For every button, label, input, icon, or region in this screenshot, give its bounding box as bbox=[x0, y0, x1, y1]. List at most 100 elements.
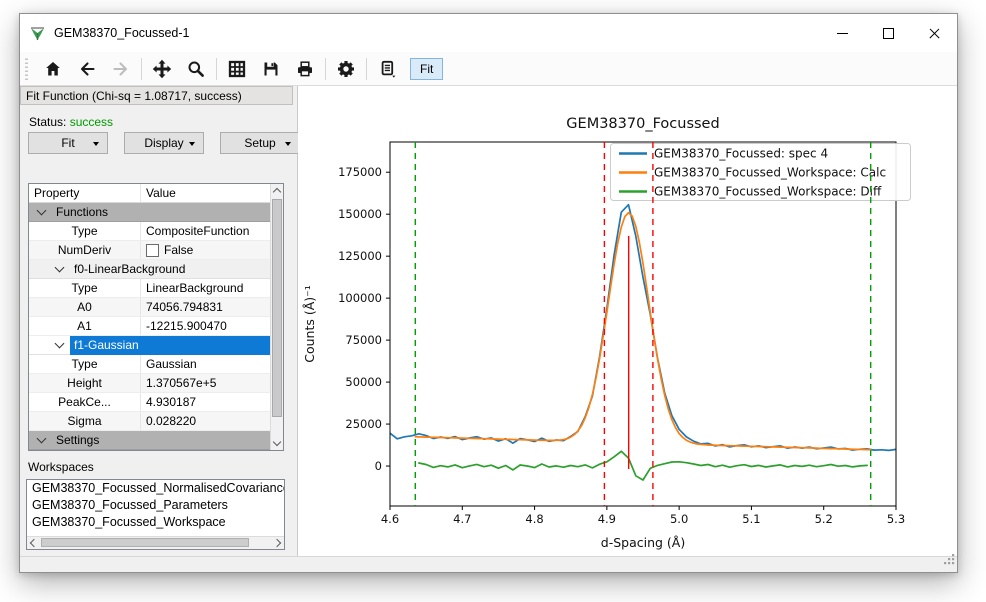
property-row-a0[interactable]: A074056.794831 bbox=[29, 298, 270, 317]
expand-chevron-icon[interactable] bbox=[55, 263, 65, 273]
fit-plot[interactable]: GEM38370_Focussed4.64.74.84.95.05.15.25.… bbox=[298, 86, 957, 557]
status-bar bbox=[20, 556, 957, 572]
status-value: success bbox=[70, 115, 113, 129]
hscrollbar-thumb[interactable] bbox=[41, 538, 249, 547]
settings-icon[interactable] bbox=[329, 56, 363, 82]
maximize-button[interactable] bbox=[865, 14, 911, 52]
property-value[interactable]: False bbox=[141, 243, 270, 257]
display-menu-button[interactable]: Display bbox=[124, 132, 204, 154]
property-value[interactable]: 0.028220 bbox=[141, 414, 270, 428]
series-line-2 bbox=[419, 451, 867, 480]
resize-grip-icon[interactable] bbox=[943, 552, 955, 570]
home-icon[interactable] bbox=[36, 56, 70, 82]
close-icon bbox=[928, 27, 941, 40]
value-text: -12215.900470 bbox=[146, 319, 227, 333]
legend-label: GEM38370_Focussed_Workspace: Diff bbox=[654, 185, 882, 199]
app-icon bbox=[29, 25, 46, 42]
scroll-up-icon[interactable] bbox=[273, 188, 281, 196]
group-row-functions[interactable]: Functions bbox=[29, 203, 270, 222]
y-tick-label: 75000 bbox=[345, 333, 382, 347]
plot-toolbar: Fit bbox=[20, 52, 957, 86]
toolbar-separator bbox=[216, 58, 217, 80]
value-text: LinearBackground bbox=[146, 281, 243, 295]
x-tick-label: 5.1 bbox=[742, 512, 760, 526]
property-row-a1[interactable]: A1-12215.900470 bbox=[29, 317, 270, 336]
group-label: f0-LinearBackground bbox=[70, 260, 189, 279]
generate-script-icon[interactable] bbox=[370, 56, 404, 82]
property-value[interactable]: 1.370567e+5 bbox=[141, 376, 270, 390]
x-tick-label: 5.0 bbox=[670, 512, 688, 526]
group-row-f1-gaussian[interactable]: f1-Gaussian bbox=[29, 336, 270, 355]
value-text: False bbox=[164, 243, 193, 257]
property-name: Type bbox=[29, 222, 141, 240]
scroll-down-icon[interactable] bbox=[273, 438, 281, 446]
close-button[interactable] bbox=[911, 14, 957, 52]
property-row-type[interactable]: Type Gaussian bbox=[29, 355, 270, 374]
window-title: GEM38370_Focussed-1 bbox=[54, 26, 190, 40]
property-value[interactable]: -12215.900470 bbox=[141, 319, 270, 333]
property-name: Sigma bbox=[29, 412, 141, 430]
pan-icon[interactable] bbox=[145, 56, 179, 82]
fit-function-header[interactable]: Fit Function (Chi-sq = 1.08717, success) bbox=[20, 86, 293, 105]
property-name: Type bbox=[29, 355, 141, 373]
value-text: 0.028220 bbox=[146, 414, 196, 428]
save-icon[interactable] bbox=[254, 56, 288, 82]
property-name: Type bbox=[29, 279, 141, 297]
titlebar: GEM38370_Focussed-1 bbox=[20, 14, 957, 52]
group-label: f1-Gaussian bbox=[70, 336, 270, 355]
property-value[interactable]: 4.930187 bbox=[141, 395, 270, 409]
scroll-right-icon[interactable] bbox=[273, 539, 281, 547]
x-tick-label: 5.2 bbox=[815, 512, 833, 526]
column-value: Value bbox=[141, 186, 270, 200]
setup-menu-button[interactable]: Setup bbox=[220, 132, 300, 154]
y-tick-label: 50000 bbox=[345, 375, 382, 389]
expand-chevron-icon[interactable] bbox=[37, 434, 47, 444]
property-row-numderiv[interactable]: NumDerivFalse bbox=[29, 241, 270, 260]
back-icon[interactable] bbox=[70, 56, 104, 82]
y-tick-label: 100000 bbox=[338, 291, 382, 305]
property-value[interactable]: CompositeFunction bbox=[141, 224, 270, 238]
grid-icon[interactable] bbox=[220, 56, 254, 82]
property-row-type[interactable]: Type LinearBackground bbox=[29, 279, 270, 298]
property-value[interactable]: LinearBackground bbox=[141, 281, 270, 295]
property-name: PeakCe... bbox=[29, 393, 141, 411]
expand-chevron-icon[interactable] bbox=[37, 206, 47, 216]
legend[interactable]: GEM38370_Focussed: spec 4 GEM38370_Focuss… bbox=[611, 144, 911, 201]
legend-label: GEM38370_Focussed: spec 4 bbox=[654, 147, 828, 161]
scroll-left-icon[interactable] bbox=[30, 539, 38, 547]
group-row-settings[interactable]: Settings bbox=[29, 431, 270, 450]
toolbar-handle[interactable] bbox=[25, 58, 28, 80]
workspace-item[interactable]: GEM38370_Focussed_NormalisedCovarianceMa… bbox=[27, 480, 284, 497]
property-row-type[interactable]: TypeCompositeFunction bbox=[29, 222, 270, 241]
scrollbar-thumb[interactable] bbox=[272, 199, 282, 417]
workspaces-list[interactable]: GEM38370_Focussed_NormalisedCovarianceMa… bbox=[26, 479, 285, 550]
table-scrollbar[interactable] bbox=[270, 184, 283, 450]
property-row-sigma[interactable]: Sigma 0.028220 bbox=[29, 412, 270, 431]
value-text: 74056.794831 bbox=[146, 300, 223, 314]
y-tick-label: 150000 bbox=[338, 207, 382, 221]
plot-canvas[interactable]: GEM38370_Focussed4.64.74.84.95.05.15.25.… bbox=[298, 86, 957, 557]
minimize-button[interactable] bbox=[819, 14, 865, 52]
group-label: Functions bbox=[52, 203, 112, 222]
value-text: Gaussian bbox=[146, 357, 197, 371]
series-line-0 bbox=[390, 205, 896, 451]
y-tick-label: 0 bbox=[375, 459, 382, 473]
checkbox[interactable] bbox=[146, 244, 159, 257]
toolbar-separator bbox=[366, 58, 367, 80]
print-icon[interactable] bbox=[288, 56, 322, 82]
workspace-item[interactable]: GEM38370_Focussed_Workspace bbox=[27, 514, 284, 531]
property-row-peakce-[interactable]: PeakCe...4.930187 bbox=[29, 393, 270, 412]
group-row-f0-linearbackground[interactable]: f0-LinearBackground bbox=[29, 260, 270, 279]
property-browser: Property Value FunctionsTypeCompositeFun… bbox=[28, 183, 284, 451]
zoom-icon[interactable] bbox=[179, 56, 213, 82]
x-tick-label: 4.7 bbox=[453, 512, 471, 526]
property-value[interactable]: Gaussian bbox=[141, 357, 270, 371]
property-row-height[interactable]: Height1.370567e+5 bbox=[29, 374, 270, 393]
x-axis-label: d-Spacing (Å) bbox=[601, 535, 685, 550]
fit-menu-button[interactable]: Fit bbox=[28, 132, 108, 154]
workspaces-hscrollbar[interactable] bbox=[27, 536, 284, 549]
fit-toggle-button[interactable]: Fit bbox=[410, 58, 443, 80]
expand-chevron-icon[interactable] bbox=[55, 339, 65, 349]
property-value[interactable]: 74056.794831 bbox=[141, 300, 270, 314]
workspace-item[interactable]: GEM38370_Focussed_Parameters bbox=[27, 497, 284, 514]
